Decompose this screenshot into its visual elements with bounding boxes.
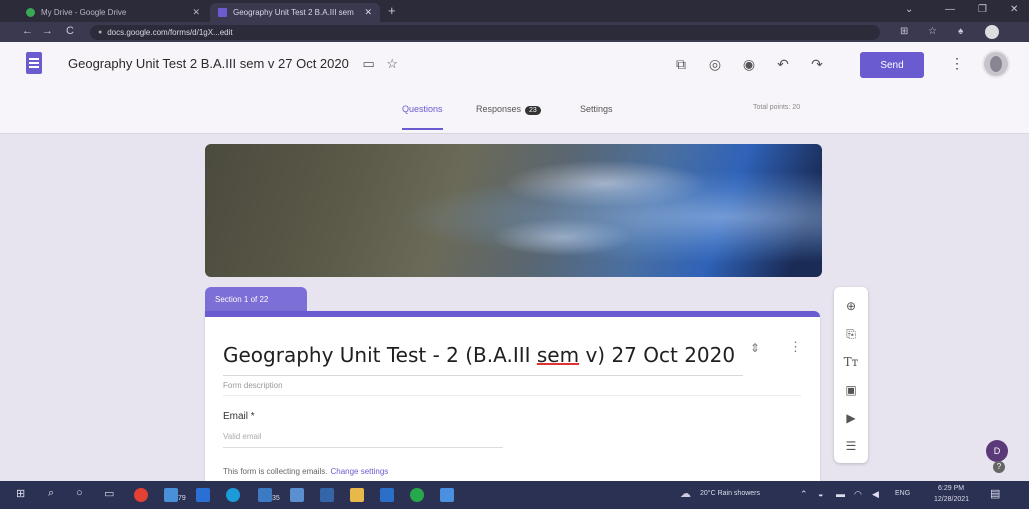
total-points: Total points: 20 (753, 104, 801, 111)
preview-eye-icon[interactable]: ◉ (738, 53, 760, 75)
email-field[interactable]: Valid email (223, 432, 503, 448)
app-icon[interactable] (320, 488, 334, 502)
section-menu-icon[interactable]: ⋮ (789, 339, 802, 355)
divider (223, 375, 743, 376)
browser-tab-strip: My Drive - Google Drive ✕ Geography Unit… (0, 0, 1029, 22)
chrome-icon[interactable] (134, 488, 148, 502)
profile-icon[interactable] (985, 25, 999, 39)
form-title-text: Geography Unit Test 2 B.A.III sem v 27 O… (68, 56, 349, 71)
app-icon[interactable] (290, 488, 304, 502)
forward-icon[interactable]: → (42, 25, 53, 37)
forms-icon (218, 8, 227, 17)
network-icon[interactable]: ◒ (818, 489, 823, 499)
search-icon[interactable]: ⌕ (48, 487, 54, 500)
form-title-card: Geography Unit Test - 2 (B.A.III sem v) … (205, 311, 820, 481)
restore-icon[interactable]: ❐ (978, 4, 987, 15)
new-tab-icon[interactable]: + (388, 3, 396, 18)
file-explorer-icon[interactable] (350, 488, 364, 502)
minimize-icon[interactable]: — (945, 4, 955, 15)
task-view-icon[interactable]: ▭ (104, 487, 114, 500)
lock-icon: ● (98, 29, 103, 36)
add-section-icon[interactable]: ☰ (842, 437, 860, 455)
back-icon[interactable]: ← (22, 25, 33, 37)
app-icon[interactable] (164, 488, 178, 502)
close-window-icon[interactable]: ✕ (1010, 4, 1018, 15)
app-icon[interactable] (258, 488, 272, 502)
clock-date[interactable]: 12/28/2021 (934, 496, 969, 503)
divider (223, 395, 801, 396)
redo-icon[interactable]: ↷ (806, 53, 828, 75)
add-image-icon[interactable]: ▣ (842, 381, 860, 399)
header-image (205, 144, 822, 277)
tab-my-drive[interactable]: My Drive - Google Drive ✕ (18, 3, 208, 22)
tray-chevron-icon[interactable]: ⌃ (800, 489, 808, 500)
notifications-icon[interactable]: ▤ (990, 487, 1000, 500)
url-text: docs.google.com/forms/d/1gX...edit (107, 28, 233, 37)
reload-icon[interactable]: C (66, 25, 74, 37)
folder-icon[interactable]: ▭ (362, 56, 374, 71)
edge-icon[interactable] (226, 488, 240, 502)
weather-icon[interactable]: ☁ (680, 487, 691, 500)
collapse-icon[interactable]: ⇕ (750, 341, 760, 355)
app-icon[interactable] (440, 488, 454, 502)
drive-icon (26, 8, 35, 17)
collecting-emails-note: This form is collecting emails. Change se… (223, 467, 388, 476)
close-icon[interactable]: ✕ (364, 7, 372, 18)
clock-time[interactable]: 6:29 PM (938, 485, 964, 492)
language-indicator[interactable]: ENG (895, 490, 910, 497)
translate-icon[interactable]: ⊞ (900, 26, 908, 37)
volume-icon[interactable]: ◀ (872, 489, 879, 500)
add-title-icon[interactable]: Tт (842, 353, 860, 371)
title-part: Geography Unit Test - 2 (B.A.III (223, 343, 537, 367)
send-button[interactable]: Send (860, 52, 924, 78)
undo-icon[interactable]: ↶ (772, 53, 794, 75)
tab-geography-form[interactable]: Geography Unit Test 2 B.A.III sem ✕ (210, 3, 380, 22)
wifi-icon[interactable]: ◠ (854, 489, 862, 500)
cortana-icon[interactable]: ○ (76, 487, 83, 499)
responses-count-badge: 23 (525, 106, 541, 115)
bookmark-star-icon[interactable]: ☆ (928, 26, 937, 37)
help-icon[interactable]: ? (993, 461, 1005, 473)
badge-count: 35 (272, 495, 280, 502)
chevron-down-icon[interactable]: ⌄ (905, 4, 913, 15)
tab-responses[interactable]: Responses 23 (476, 104, 541, 130)
title-misspelled-word: sem (536, 343, 580, 367)
close-icon[interactable]: ✕ (192, 7, 200, 18)
weather-text[interactable]: 20°C Rain showers (700, 490, 760, 497)
collecting-text: This form is collecting emails. (223, 467, 328, 476)
addon-puzzle-icon[interactable]: ⧉ (670, 53, 692, 75)
windows-start-icon[interactable]: ⊞ (16, 487, 25, 500)
email-label: Email * (223, 411, 255, 422)
account-circle[interactable]: D (986, 440, 1008, 462)
forms-logo-icon[interactable] (26, 52, 42, 74)
floating-toolbar: ⊕ ⎘ Tт ▣ ▶ ☰ (834, 287, 868, 463)
form-description-input[interactable]: Form description (223, 381, 283, 390)
change-settings-link[interactable]: Change settings (330, 467, 388, 476)
avatar[interactable] (982, 50, 1010, 78)
tab-responses-label: Responses (476, 104, 522, 114)
more-options-icon[interactable]: ⋮ (950, 55, 964, 72)
palette-icon[interactable]: ◎ (704, 53, 726, 75)
tab-questions[interactable]: Questions (402, 104, 443, 130)
section-badge: Section 1 of 22 (205, 287, 307, 311)
app-icon[interactable] (196, 488, 210, 502)
address-bar-row: ← → C ● docs.google.com/forms/d/1gX...ed… (0, 22, 1029, 42)
tab-title: My Drive - Google Drive (41, 8, 127, 17)
app-icon[interactable] (380, 488, 394, 502)
section-title[interactable]: Geography Unit Test - 2 (B.A.III sem v) … (223, 343, 735, 367)
url-input[interactable]: ● docs.google.com/forms/d/1gX...edit (90, 25, 880, 40)
add-video-icon[interactable]: ▶ (842, 409, 860, 427)
star-icon[interactable]: ☆ (386, 56, 398, 71)
import-questions-icon[interactable]: ⎘ (842, 325, 860, 343)
tab-title: Geography Unit Test 2 B.A.III sem (233, 8, 354, 17)
spotify-icon[interactable] (410, 488, 424, 502)
badge-count: 79 (178, 495, 186, 502)
extensions-icon[interactable]: ♠ (958, 26, 963, 37)
add-question-icon[interactable]: ⊕ (842, 297, 860, 315)
battery-icon[interactable]: ▬ (836, 489, 845, 499)
taskbar: ⊞ ⌕ ○ ▭ 79 35 ☁ 20°C Rain showers ⌃ ◒ ▬ … (0, 481, 1029, 509)
form-title[interactable]: Geography Unit Test 2 B.A.III sem v 27 O… (68, 56, 398, 72)
title-part: v) 27 Oct 2020 (579, 343, 736, 367)
tab-settings[interactable]: Settings (580, 104, 613, 130)
